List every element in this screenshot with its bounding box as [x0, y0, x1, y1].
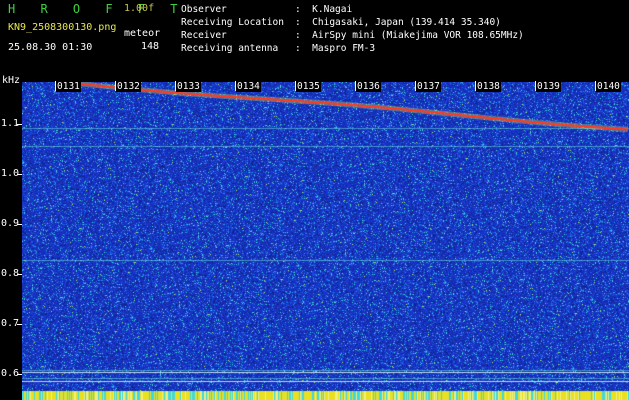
time-tick-label: 0137	[416, 81, 441, 92]
meteor-count: 148	[141, 41, 160, 52]
info-row-receiver: Receiver: AirSpy mini (Miakejima VOR 108…	[181, 30, 524, 41]
time-tick-label: 0134	[236, 81, 261, 92]
time-tick-label: 0139	[536, 81, 561, 92]
time-tick-label: 0132	[116, 81, 141, 92]
spectrogram-canvas	[22, 82, 629, 400]
time-tick-label: 0140	[596, 81, 621, 92]
meteor-label: meteor	[124, 28, 161, 39]
time-tick-label: 0138	[476, 81, 501, 92]
time-tick-label: 0133	[176, 81, 201, 92]
info-row-observer: Observer: K.Nagai	[181, 4, 353, 15]
time-tick-label: 0131	[56, 81, 81, 92]
app-title: H R O F F T	[8, 2, 187, 16]
time-tick-label: 0136	[356, 81, 381, 92]
station-info: Observer: K.Nagai Receiving Location: Ch…	[181, 3, 524, 55]
info-row-location: Receiving Location: Chigasaki, Japan (13…	[181, 17, 501, 28]
header-panel: H R O F F T 1.00f KN9_2508300130.png met…	[0, 0, 629, 78]
time-tick-label: 0135	[296, 81, 321, 92]
file-name: KN9_2508300130.png	[8, 22, 117, 33]
timestamp: 25.08.30 01:30	[8, 42, 93, 53]
version-label: 1.00f	[124, 3, 155, 14]
spectrogram	[22, 82, 629, 400]
info-row-antenna: Receiving antenna: Maspro FM-3	[181, 43, 376, 54]
y-axis-unit: kHz	[2, 75, 21, 86]
